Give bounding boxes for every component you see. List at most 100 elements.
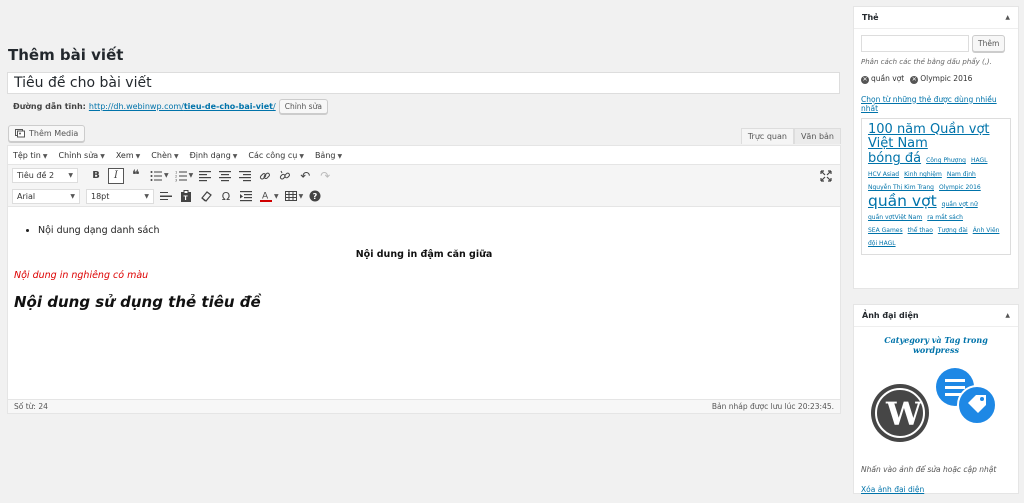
chevron-down-icon: ▼	[144, 192, 149, 200]
tab-text[interactable]: Văn bản	[793, 128, 841, 144]
editor-statusbar: Số từ: 24 Bản nháp được lưu lúc 20:23:45…	[8, 399, 840, 413]
italic-icon[interactable]: I	[108, 167, 124, 184]
wordpress-logo-icon: W	[871, 368, 997, 442]
remove-tag-icon[interactable]: ✕	[861, 75, 869, 84]
new-tag-input[interactable]	[861, 35, 969, 52]
remove-featured-image-link[interactable]: Xóa ảnh đại diện	[854, 474, 1018, 503]
caret-up-icon[interactable]: ▲	[1005, 14, 1010, 21]
numbered-list-icon[interactable]: 123	[173, 168, 189, 184]
bold-icon[interactable]: B	[88, 168, 104, 184]
paste-text-icon[interactable]: T	[178, 188, 194, 204]
tags-metabox: Thẻ ▲ Thêm Phân cách các thẻ bằng dấu ph…	[853, 6, 1019, 289]
font-family-select[interactable]: Arial ▼	[12, 188, 80, 204]
unlink-icon[interactable]	[277, 168, 293, 184]
chevron-down-icon[interactable]: ▼	[299, 193, 304, 200]
align-right-icon[interactable]	[237, 168, 253, 184]
tag-cloud-item[interactable]: ra mắt sách	[927, 215, 963, 222]
featured-image-title: Ảnh đại diện	[862, 311, 919, 320]
blockquote-icon[interactable]: ❝	[128, 168, 144, 184]
editor-content-area[interactable]: Nội dung dạng danh sách Nội dung in đậm …	[8, 207, 840, 396]
tag-cloud: 100 năm Quần vợt Việt Nambóng đá Công Phư…	[861, 117, 1011, 256]
featured-image-graphic: W	[860, 363, 1012, 453]
draft-saved-status: Bản nháp được lưu lúc 20:23:45.	[711, 402, 834, 411]
link-icon[interactable]	[257, 168, 273, 184]
tag-cloud-item[interactable]: quần vợtViệt Nam	[868, 215, 922, 222]
redo-icon[interactable]: ↷	[317, 168, 333, 184]
text-color-swatch	[260, 200, 272, 202]
permalink-url-end: /	[273, 102, 276, 111]
tag-cloud-item[interactable]: Nam định	[947, 171, 976, 179]
tag-cloud-item[interactable]: Nguyễn Thị Kim Trang	[868, 184, 934, 192]
align-center-icon[interactable]	[217, 168, 233, 184]
tag-cloud-item[interactable]: Công Phượng	[926, 157, 966, 165]
featured-image-thumbnail[interactable]: Catyegory và Tag trong wordpress W	[854, 327, 1018, 453]
permalink-label: Đường dẫn tĩnh:	[13, 102, 86, 111]
content-heading: Nội dung sử dụng thẻ tiêu đề	[14, 293, 261, 311]
tag-cloud-item[interactable]: 100 năm Quần vợt Việt Nam	[868, 122, 1000, 153]
bullet-list-icon[interactable]	[148, 168, 164, 184]
permalink-edit-button[interactable]: Chỉnh sửa	[278, 99, 328, 114]
undo-icon[interactable]: ↶	[297, 168, 313, 184]
permalink-url-base: http://dh.webinwp.com/	[88, 102, 184, 111]
tag-cloud-item[interactable]: Olympic 2016	[939, 184, 981, 192]
chevron-down-icon: ▼	[42, 152, 48, 160]
tag-cloud-item[interactable]: đội HAGL	[868, 240, 896, 248]
tag-cloud-item[interactable]: HAGL	[971, 157, 988, 165]
chevron-down-icon: ▼	[100, 152, 105, 160]
menu-insert[interactable]: Chèn ▼	[151, 151, 178, 160]
svg-text:W: W	[885, 395, 923, 433]
horizontal-line-icon[interactable]	[158, 188, 174, 204]
tag-add-row: Thêm	[854, 29, 1018, 52]
format-select[interactable]: Tiêu đề 2 ▼	[12, 168, 78, 183]
menu-tools[interactable]: Các công cụ ▼	[248, 151, 304, 160]
chevron-down-icon[interactable]: ▼	[274, 193, 279, 200]
add-media-button[interactable]: Thêm Media	[8, 125, 86, 142]
current-tags: ✕ quần vợt ✕ Olympic 2016	[854, 66, 1018, 84]
featured-image-note: Nhấn vào ảnh để sửa hoặc cập nhật	[861, 465, 997, 474]
page-title: Thêm bài viết	[8, 46, 124, 64]
menu-file[interactable]: Tệp tin ▼	[13, 151, 47, 160]
tag-cloud-item[interactable]: thể thao	[908, 227, 933, 235]
chevron-down-icon: ▼	[135, 152, 141, 160]
help-icon[interactable]: ?	[307, 188, 323, 204]
chevron-down-icon[interactable]: ▼	[164, 172, 169, 179]
featured-image-metabox-header[interactable]: Ảnh đại diện ▲	[854, 305, 1018, 327]
tag-cloud-item[interactable]: Tượng đài	[938, 227, 968, 235]
tag-cloud-item[interactable]: HCV Asiad	[868, 171, 899, 179]
chevron-down-icon[interactable]: ▼	[189, 172, 194, 179]
menu-view[interactable]: Xem ▼	[116, 151, 140, 160]
post-title-input[interactable]	[7, 72, 840, 94]
font-size-select[interactable]: 18pt ▼	[86, 188, 154, 204]
tags-metabox-header[interactable]: Thẻ ▲	[854, 7, 1018, 29]
editor-mode-tabs: Trực quan Văn bản	[740, 128, 841, 144]
text-color-icon[interactable]: A	[258, 188, 274, 204]
align-left-icon[interactable]	[197, 168, 213, 184]
tag-cloud-item[interactable]: bóng đá	[868, 151, 921, 167]
menu-edit[interactable]: Chỉnh sửa ▼	[58, 151, 104, 160]
menu-table[interactable]: Bảng ▼	[315, 151, 342, 160]
permalink-link[interactable]: http://dh.webinwp.com/tieu-de-cho-bai-vi…	[89, 102, 276, 111]
tab-visual[interactable]: Trực quan	[740, 128, 794, 144]
table-icon[interactable]	[283, 188, 299, 204]
menu-format[interactable]: Định dạng ▼	[190, 151, 238, 160]
tag-cloud-item[interactable]: SEA Games	[868, 227, 903, 235]
choose-popular-tags-link[interactable]: Chọn từ những thẻ được dùng nhiều nhất	[854, 84, 1018, 113]
caret-up-icon[interactable]: ▲	[1005, 312, 1010, 319]
tag-chip: ✕ Olympic 2016	[910, 74, 973, 84]
content-red-italic: Nội dung in nghiêng có màu	[14, 270, 149, 281]
clear-formatting-icon[interactable]	[198, 188, 214, 204]
tag-cloud-item[interactable]: quần vợt	[868, 192, 937, 211]
permalink-row: Đường dẫn tĩnh: http://dh.webinwp.com/ti…	[13, 99, 328, 114]
add-tag-button[interactable]: Thêm	[972, 35, 1006, 52]
tag-cloud-item[interactable]: quần vợt nữ	[942, 201, 978, 209]
tag-cloud-item[interactable]: Kinh nghiệm	[904, 171, 942, 179]
editor-toolbar-1: Tiêu đề 2 ▼ B I ❝ ▼ 123 ▼ ↶ ↷	[8, 165, 840, 186]
featured-image-caption: Catyegory và Tag trong wordpress	[884, 335, 988, 355]
special-character-icon[interactable]: Ω	[218, 188, 234, 204]
outdent-icon[interactable]	[238, 188, 254, 204]
fullscreen-icon[interactable]	[818, 168, 834, 184]
svg-text:3: 3	[175, 178, 177, 182]
chevron-down-icon: ▼	[232, 152, 238, 160]
tag-cloud-item[interactable]: Ánh Viên	[973, 227, 1000, 235]
remove-tag-icon[interactable]: ✕	[910, 75, 919, 84]
